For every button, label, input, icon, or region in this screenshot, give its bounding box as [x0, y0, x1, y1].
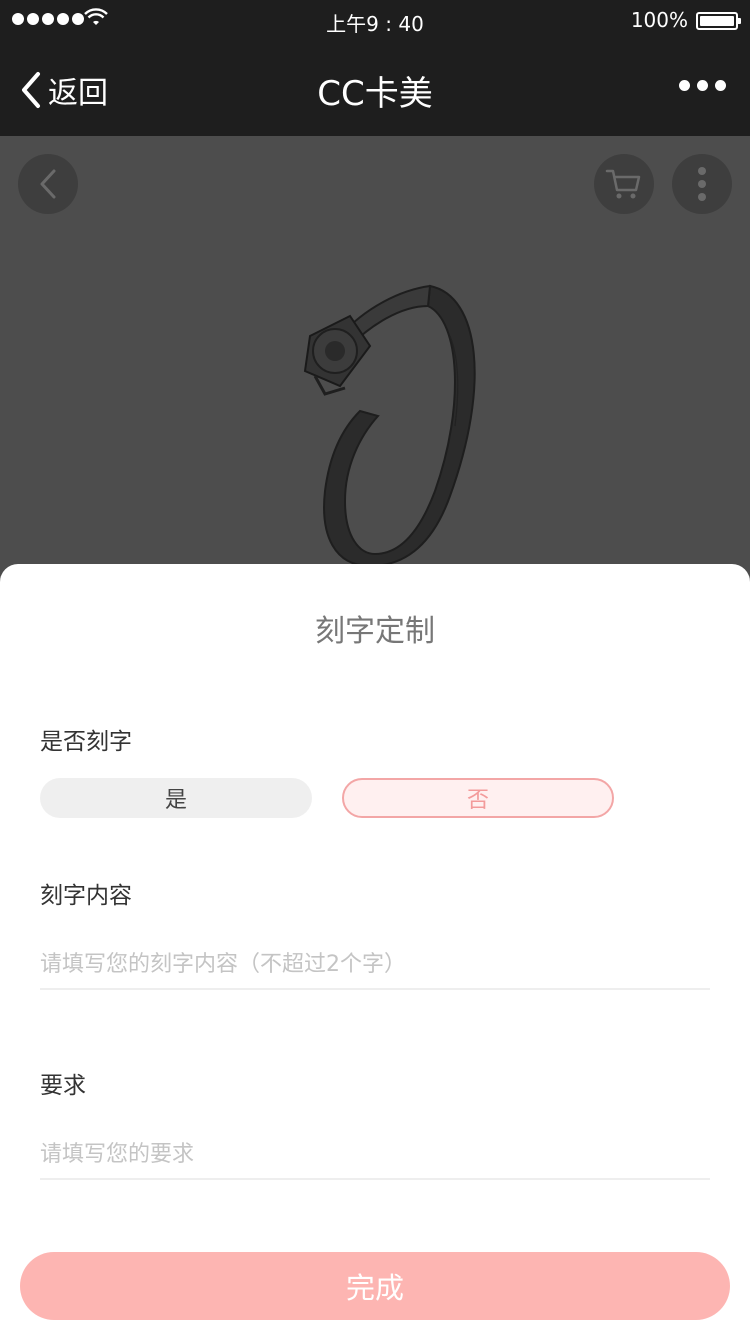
sheet-title: 刻字定制: [315, 614, 435, 649]
nav-bar: 返回 CC卡美: [0, 40, 750, 136]
vertical-dots-icon: [698, 167, 706, 201]
requirement-input[interactable]: [40, 1130, 710, 1180]
cart-button[interactable]: [594, 154, 654, 214]
product-image-area: [0, 136, 750, 576]
engraving-sheet: 刻字定制 是否刻字 是 否 刻字内容 要求 完成: [0, 564, 750, 1334]
option-no-button[interactable]: 否: [342, 778, 614, 818]
option-no-label: 否: [466, 788, 489, 813]
done-button[interactable]: 完成: [20, 1252, 730, 1320]
engraving-content-input[interactable]: [40, 940, 710, 990]
product-back-button[interactable]: [18, 154, 78, 214]
diamond-ring-image: [303, 284, 476, 568]
chevron-left-icon: [40, 169, 56, 199]
page-title: CC卡美: [317, 74, 433, 114]
cart-icon: [605, 169, 641, 199]
battery-percent: 100%: [630, 8, 688, 32]
option-yes-label: 是: [164, 788, 187, 813]
engrave-question-label: 是否刻字: [40, 729, 132, 755]
more-dots-icon[interactable]: [679, 80, 726, 91]
requirement-label: 要求: [40, 1073, 86, 1099]
content-label: 刻字内容: [40, 883, 132, 909]
status-bar: 上午9 : 40 100%: [0, 0, 750, 40]
battery-icon: [696, 12, 741, 30]
option-yes-button[interactable]: 是: [40, 778, 312, 818]
product-menu-button[interactable]: [672, 154, 732, 214]
